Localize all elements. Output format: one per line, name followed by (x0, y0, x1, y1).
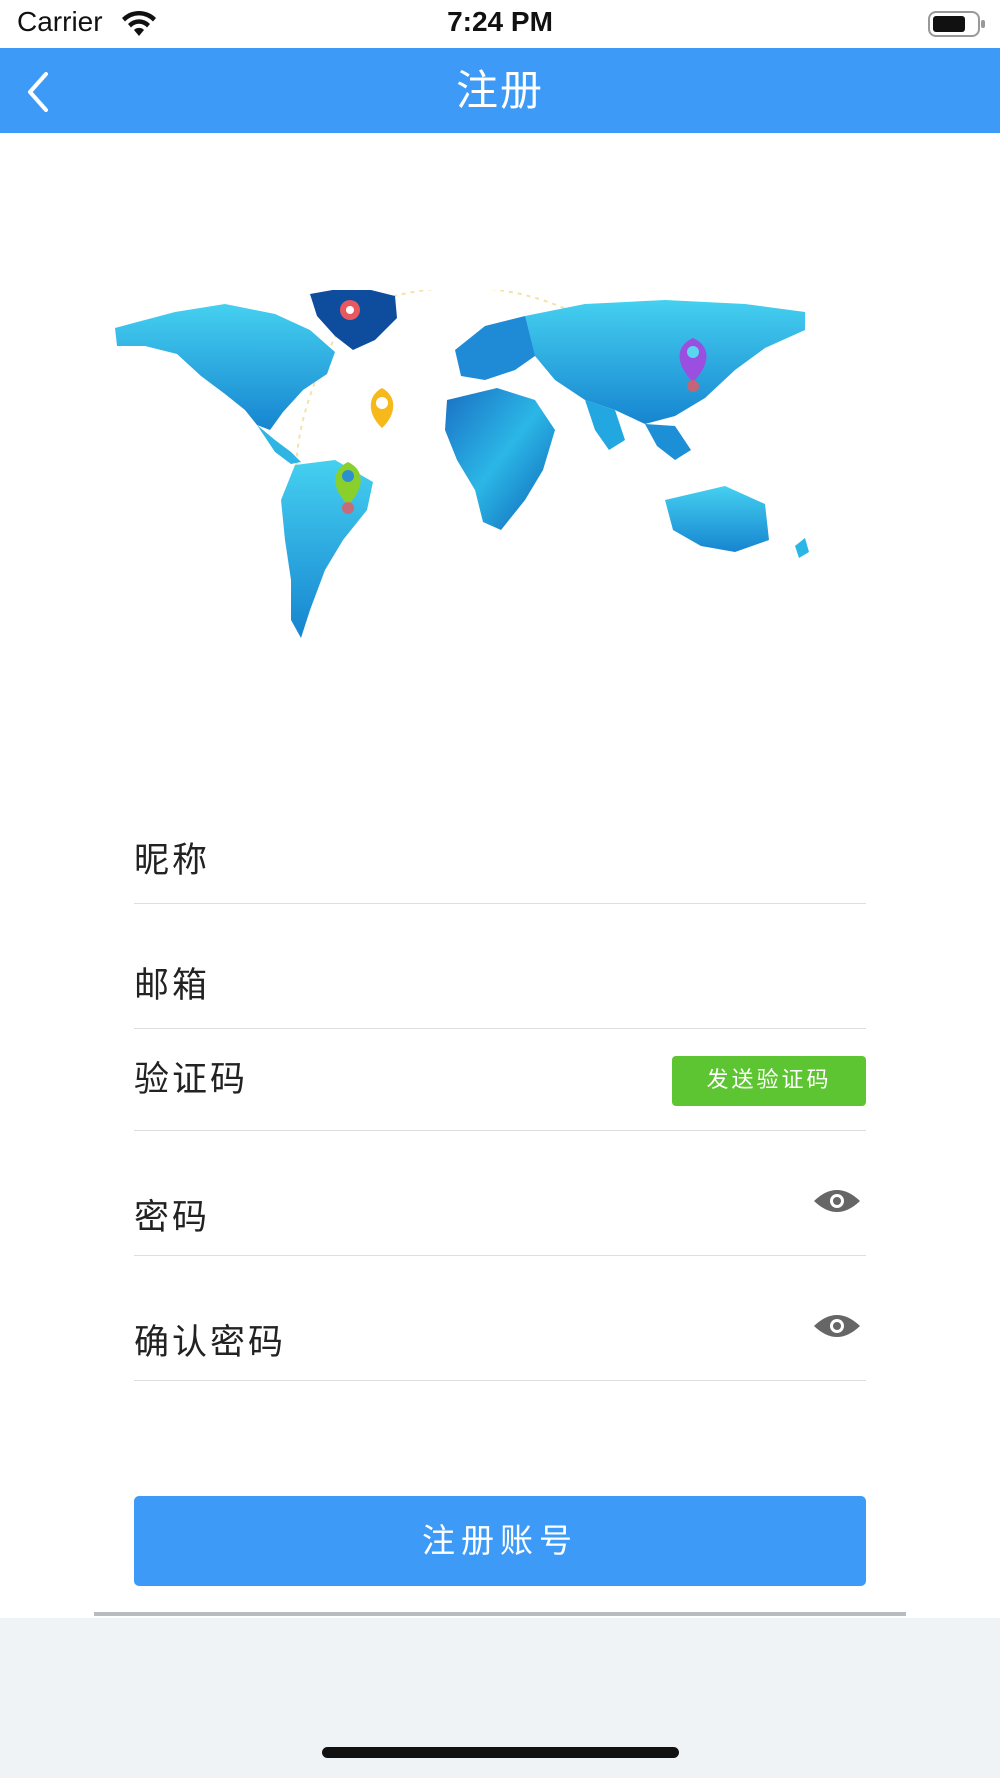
register-button[interactable]: 注册账号 (134, 1496, 866, 1586)
send-code-button[interactable]: 发送验证码 (672, 1056, 866, 1106)
confirm-password-input[interactable] (134, 1256, 866, 1380)
home-indicator[interactable] (322, 1747, 679, 1758)
email-row (134, 904, 866, 1029)
status-bar: Carrier 7:24 PM (0, 0, 1000, 48)
register-screen: Carrier 7:24 PM 注册 昵称 邮箱 验证码 发送验证码 注册账号 (0, 0, 1000, 1778)
yellow-pin (370, 388, 394, 428)
nickname-input[interactable] (134, 798, 866, 903)
page-title: 注册 (455, 66, 544, 115)
world-map-icon (115, 290, 809, 638)
register-form: 发送验证码 (134, 798, 866, 1381)
divider (94, 1612, 906, 1616)
red-pin (340, 300, 360, 320)
battery-icon (928, 11, 985, 37)
email-input[interactable] (134, 904, 866, 1028)
clock-label: 7:24 PM (447, 6, 553, 37)
eye-icon[interactable] (812, 1185, 862, 1217)
eye-icon[interactable] (812, 1310, 862, 1342)
confirm-password-row (134, 1256, 866, 1381)
password-input[interactable] (134, 1131, 866, 1255)
nickname-row (134, 798, 866, 904)
back-button[interactable] (20, 60, 76, 120)
nav-bar: 注册 (0, 48, 1000, 133)
password-row (134, 1131, 866, 1256)
chevron-left-icon (28, 72, 48, 112)
